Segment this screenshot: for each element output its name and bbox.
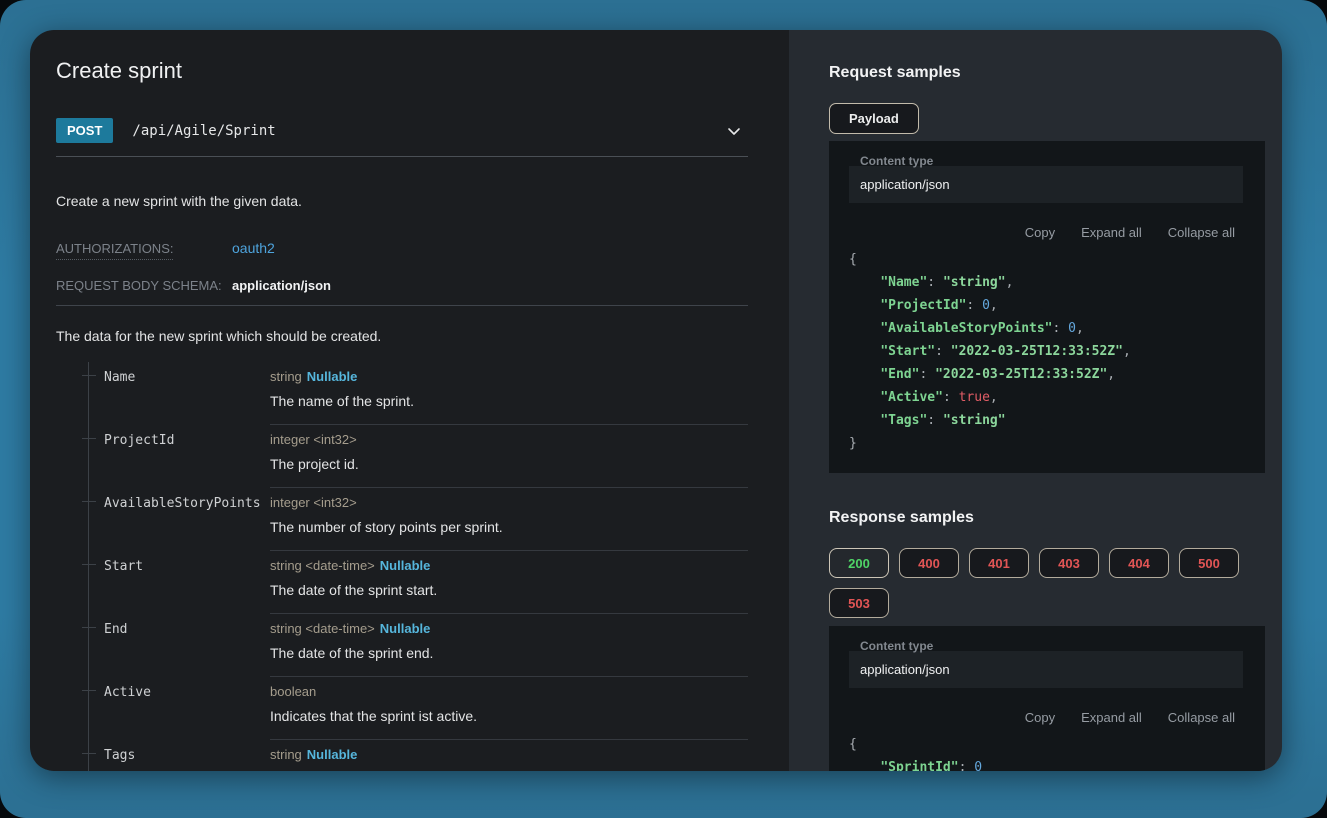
field-type: string <date-time> — [270, 621, 375, 636]
response-tab-200[interactable]: 200 — [829, 548, 889, 578]
code-actions: Copy Expand all Collapse all — [849, 710, 1235, 725]
field-description: The project id. — [270, 456, 748, 472]
expand-all-button[interactable]: Expand all — [1081, 710, 1142, 725]
page-background: Create sprint POST /api/Agile/Sprint Cre… — [0, 0, 1327, 818]
field-name: ProjectId — [104, 425, 270, 488]
field-nullable: Nullable — [307, 747, 358, 762]
operation-description: Create a new sprint with the given data. — [56, 193, 748, 209]
response-tab-503[interactable]: 503 — [829, 588, 889, 618]
code-actions: Copy Expand all Collapse all — [849, 225, 1235, 240]
response-tab-404[interactable]: 404 — [1109, 548, 1169, 578]
field-row-availablestorypoints: AvailableStoryPoints integer <int32> The… — [89, 488, 748, 551]
api-doc-panel: Create sprint POST /api/Agile/Sprint Cre… — [30, 30, 1282, 771]
field-nullable: Nullable — [380, 621, 431, 636]
field-type: integer <int32> — [270, 432, 357, 447]
request-body-schema-label: REQUEST BODY SCHEMA: — [56, 278, 232, 293]
payload-tab[interactable]: Payload — [829, 103, 919, 134]
content-type-select[interactable]: application/json — [849, 166, 1243, 203]
field-row-end: End string <date-time> Nullable The date … — [89, 614, 748, 677]
field-description: The number of story points per sprint. — [270, 519, 748, 535]
field-name: Name — [104, 362, 270, 425]
response-tab-401[interactable]: 401 — [969, 548, 1029, 578]
content-type-select[interactable]: application/json — [849, 651, 1243, 688]
field-nullable: Nullable — [307, 369, 358, 384]
collapse-all-button[interactable]: Collapse all — [1168, 710, 1235, 725]
collapse-all-button[interactable]: Collapse all — [1168, 225, 1235, 240]
field-row-active: Active boolean Indicates that the sprint… — [89, 677, 748, 740]
schema-fields-tree: Name string Nullable The name of the spri… — [88, 362, 748, 771]
field-nullable: Nullable — [380, 558, 431, 573]
copy-button[interactable]: Copy — [1025, 225, 1055, 240]
response-tab-400[interactable]: 400 — [899, 548, 959, 578]
samples-column: Request samples Payload Content type app… — [789, 30, 1282, 771]
request-body-schema-row: REQUEST BODY SCHEMA: application/json — [56, 278, 748, 306]
field-type: string <date-time> — [270, 558, 375, 573]
request-sample-panel: Content type application/json Copy Expan… — [829, 141, 1265, 473]
chevron-down-icon[interactable] — [726, 123, 742, 139]
response-code-tabs: 200 400 401 403 404 500 503 — [829, 548, 1265, 618]
field-name: Active — [104, 677, 270, 740]
field-row-projectid: ProjectId integer <int32> The project id… — [89, 425, 748, 488]
field-name: AvailableStoryPoints — [104, 488, 270, 551]
field-type: boolean — [270, 684, 316, 699]
response-tab-403[interactable]: 403 — [1039, 548, 1099, 578]
field-name: Start — [104, 551, 270, 614]
oauth2-link[interactable]: oauth2 — [232, 240, 275, 256]
page-title: Create sprint — [56, 58, 748, 84]
endpoint-row[interactable]: POST /api/Agile/Sprint — [56, 118, 748, 157]
request-body-description: The data for the new sprint which should… — [56, 328, 748, 344]
field-description: Indicates that the sprint ist active. — [270, 708, 748, 724]
request-body-content-type: application/json — [232, 278, 331, 293]
field-description: The name of the sprint. — [270, 393, 748, 409]
field-type: string — [270, 747, 302, 762]
request-samples-title: Request samples — [829, 64, 1265, 82]
http-method-badge: POST — [56, 118, 113, 143]
field-description: The date of the sprint start. — [270, 582, 748, 598]
expand-all-button[interactable]: Expand all — [1081, 225, 1142, 240]
field-name: End — [104, 614, 270, 677]
response-sample-code: { "SprintId": 0} — [849, 733, 1245, 771]
operation-column: Create sprint POST /api/Agile/Sprint Cre… — [30, 30, 789, 771]
endpoint-path: /api/Agile/Sprint — [132, 123, 726, 139]
field-description: The date of the sprint end. — [270, 645, 748, 661]
authorizations-label: AUTHORIZATIONS: — [56, 241, 232, 256]
field-type: integer <int32> — [270, 495, 357, 510]
response-tab-500[interactable]: 500 — [1179, 548, 1239, 578]
response-samples-title: Response samples — [829, 509, 1265, 527]
field-type: string — [270, 369, 302, 384]
request-sample-code: { "Name": "string", "ProjectId": 0, "Ava… — [849, 248, 1245, 455]
response-sample-panel: Content type application/json Copy Expan… — [829, 626, 1265, 771]
copy-button[interactable]: Copy — [1025, 710, 1055, 725]
field-row-tags: Tags stringNullable Sprint tags. — [89, 740, 748, 771]
authorizations-row: AUTHORIZATIONS: oauth2 — [56, 240, 748, 256]
field-name: Tags — [104, 740, 270, 771]
field-row-name: Name string Nullable The name of the spri… — [89, 362, 748, 425]
field-row-start: Start string <date-time> Nullable The dat… — [89, 551, 748, 614]
